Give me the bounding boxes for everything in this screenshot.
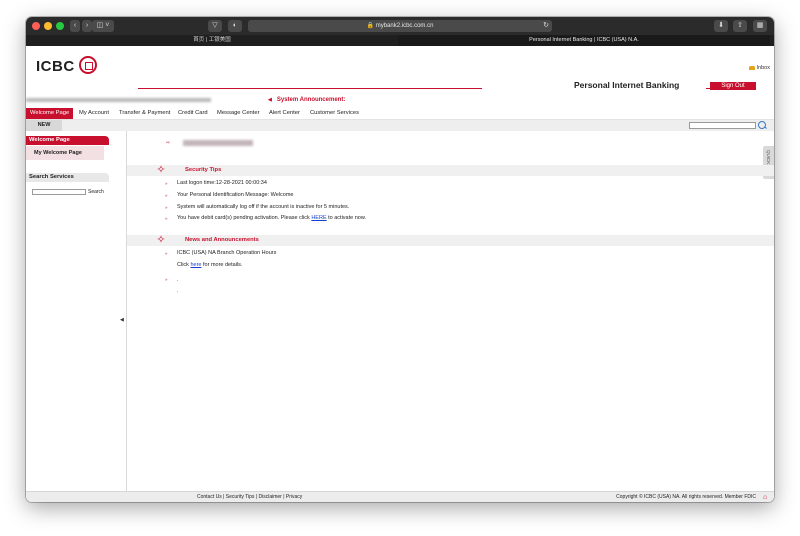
compass-star-icon: ✧: [156, 164, 166, 176]
sidebar-search-button[interactable]: Search: [88, 189, 104, 195]
main-content: QUICK FAQ ⇨ ✧ Security Tips » Last logon…: [127, 131, 774, 491]
footer: Contact Us | Security Tips | Disclaimer …: [26, 491, 774, 502]
sidebar-search-header: Search Services: [26, 173, 109, 182]
shield-icon[interactable]: ▽: [208, 20, 222, 32]
top-search-input[interactable]: [689, 122, 756, 129]
tab-bar: 首页 | 工银美国 Personal Internet Banking | IC…: [26, 35, 774, 46]
bullet-icon: »: [165, 277, 168, 282]
page-title: Personal Internet Banking: [574, 80, 680, 90]
debit-card-suffix: to activate now.: [326, 215, 367, 221]
nav-transfer-payment[interactable]: Transfer & Payment: [119, 108, 170, 119]
last-logon-text: Last logon time:12-28-2021 00:00:34: [177, 180, 267, 186]
address-bar[interactable]: 🔒 mybank2.icbc.com.cn: [248, 20, 552, 32]
nav-credit-card[interactable]: Credit Card: [178, 108, 208, 119]
news-empty-item: .: [177, 277, 179, 283]
marker-icon: ⇨: [166, 140, 171, 146]
details-here-link[interactable]: here: [190, 262, 201, 268]
inbox-link[interactable]: Inbox: [749, 65, 770, 71]
back-icon[interactable]: ‹: [70, 20, 80, 32]
url-text: mybank2.icbc.com.cn: [375, 23, 434, 29]
browser-tab-1[interactable]: 首页 | 工银美国: [26, 35, 398, 46]
more-details-text: Click here for more details.: [177, 262, 242, 268]
sidebar-welcome-header[interactable]: Welcome Page: [26, 136, 109, 145]
minimize-window-button[interactable]: [44, 22, 52, 30]
identification-message-text: Your Personal Identification Message: We…: [177, 192, 294, 198]
debit-card-notice: You have debit card(s) pending activatio…: [177, 215, 366, 221]
header-divider: [138, 88, 482, 89]
nav-customer-services[interactable]: Customer Services: [310, 108, 359, 119]
compass-star-icon: ✧: [156, 234, 166, 246]
nav-message-center[interactable]: Message Center: [217, 108, 260, 119]
copyright-text: Copyright © ICBC (USA) NA. All rights re…: [616, 494, 756, 500]
branch-hours-text: ICBC (USA) NA Branch Operation Hours: [177, 250, 277, 256]
share-icon[interactable]: ⇧: [733, 20, 747, 32]
details-suffix: for more details.: [201, 262, 243, 268]
nav-my-account[interactable]: My Account: [79, 108, 109, 119]
news-header: ✧ News and Announcements: [127, 234, 774, 246]
footer-links[interactable]: Contact Us | Security Tips | Disclaimer …: [197, 492, 302, 502]
bullet-icon: »: [165, 181, 168, 186]
debit-card-text: You have debit card(s) pending activatio…: [177, 215, 312, 221]
bullet-icon: »: [165, 216, 168, 221]
sign-out-button[interactable]: Sign Out: [710, 82, 756, 90]
nav-welcome-page[interactable]: Welcome Page: [26, 108, 74, 119]
icbc-logo: ICBC: [36, 58, 75, 75]
blurred-greeting: [183, 140, 253, 146]
bullet-icon: »: [165, 205, 168, 210]
activate-here-link[interactable]: HERE: [311, 215, 326, 221]
bullet-icon: »: [165, 251, 168, 256]
main-nav: Welcome Page My Account Transfer & Payme…: [26, 108, 774, 120]
browser-tab-2[interactable]: Personal Internet Banking | ICBC (USA) N…: [398, 35, 770, 46]
sidebar-item-my-welcome-page[interactable]: My Welcome Page: [26, 146, 104, 160]
click-text: Click: [177, 262, 191, 268]
nav-alert-center[interactable]: Alert Center: [269, 108, 300, 119]
zoom-window-button[interactable]: [56, 22, 64, 30]
browser-window: ‹ › ◫ ˅ ▽ ◐ 🔒 mybank2.icbc.com.cn ↻ ⬇ ⇧ …: [26, 17, 774, 502]
tab-overview-icon[interactable]: ▦: [753, 20, 767, 32]
sidebar-toggle-icon[interactable]: ◫ ˅: [92, 20, 114, 32]
auto-logoff-text: System will automatically log off if the…: [177, 204, 350, 210]
collapse-sidebar-icon[interactable]: ◀: [120, 317, 124, 323]
bullet-icon: »: [165, 193, 168, 198]
download-icon[interactable]: ⬇: [714, 20, 728, 32]
blurred-welcome-text: [26, 98, 211, 102]
sub-nav: NEW: [26, 120, 774, 131]
sidebar-search-input[interactable]: [32, 189, 86, 195]
page: ICBC Inbox Personal Internet Banking Sig…: [26, 46, 774, 502]
reload-icon[interactable]: ↻: [541, 20, 551, 32]
forward-icon[interactable]: ›: [82, 20, 92, 32]
home-icon: ⌂: [763, 494, 768, 501]
news-empty-item: .: [177, 288, 179, 294]
browser-titlebar: ‹ › ◫ ˅ ▽ ◐ 🔒 mybank2.icbc.com.cn ↻ ⬇ ⇧ …: [26, 17, 774, 35]
new-tab[interactable]: NEW: [26, 120, 62, 131]
news-title: News and Announcements: [185, 237, 259, 243]
icbc-logo-mark-icon: [79, 56, 97, 74]
close-window-button[interactable]: [32, 22, 40, 30]
security-tips-header: ✧ Security Tips: [127, 164, 774, 176]
system-announcement: System Announcement:: [268, 97, 345, 103]
privacy-icon[interactable]: ◐: [228, 20, 242, 32]
search-icon[interactable]: [758, 121, 766, 129]
sidebar: Welcome Page My Welcome Page Search Serv…: [26, 131, 127, 491]
security-tips-title: Security Tips: [185, 167, 222, 173]
